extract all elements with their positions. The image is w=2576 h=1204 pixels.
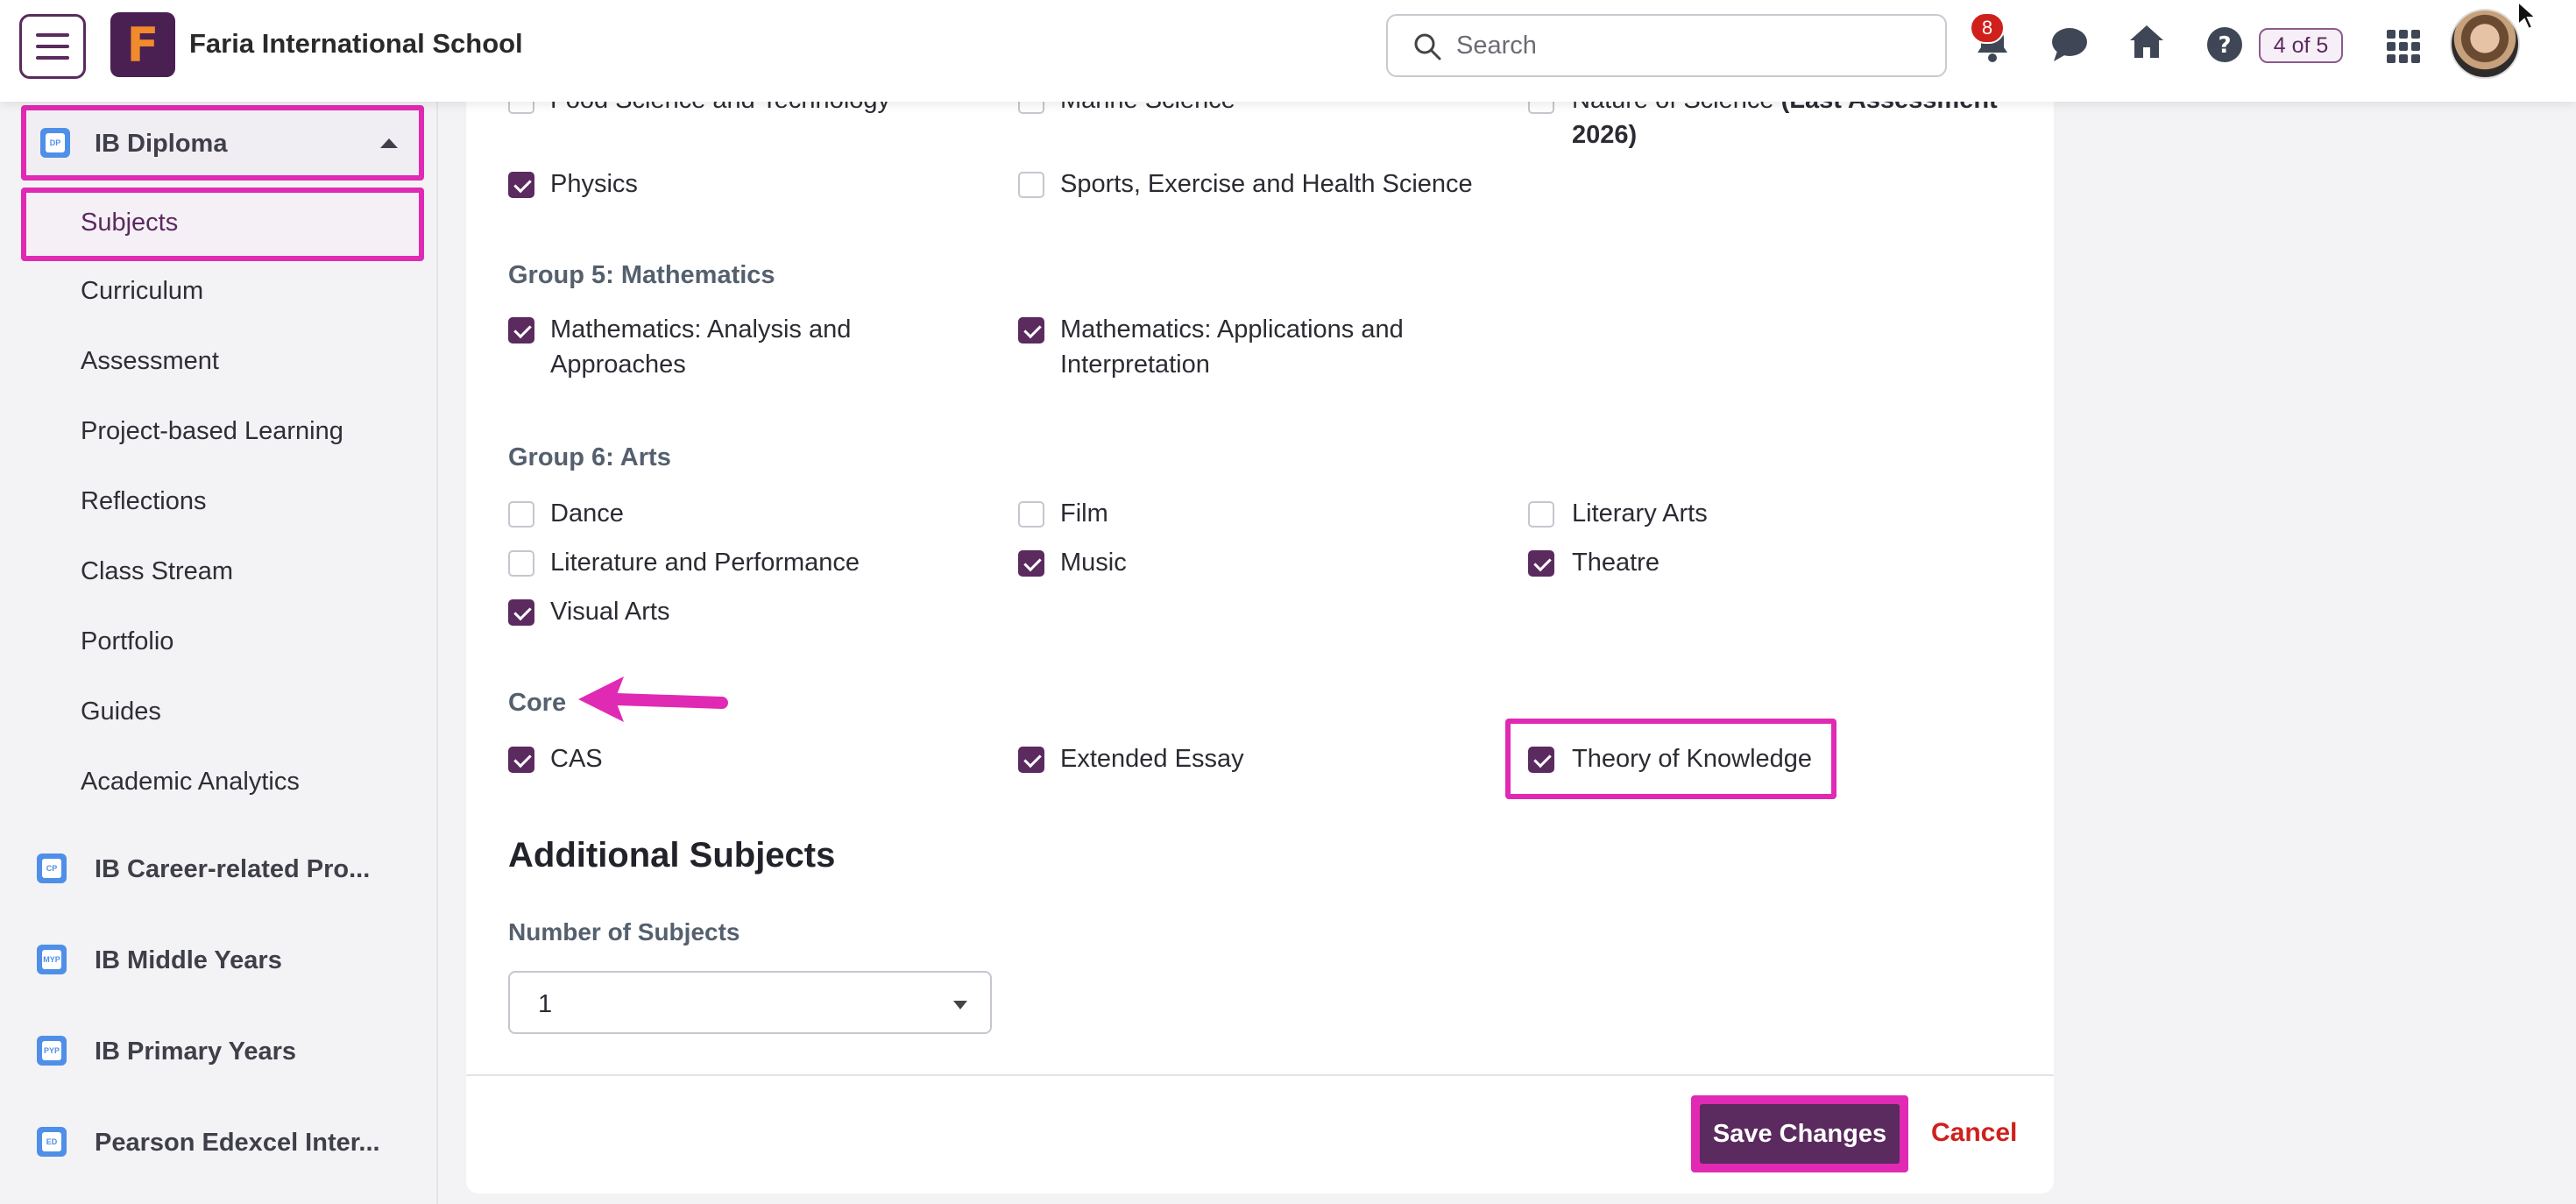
checkbox-math-ai[interactable] <box>1018 317 1044 343</box>
group-5-title: Group 5: Mathematics <box>508 261 775 289</box>
subjects-form-card: Food Science and Technology Marine Scien… <box>466 86 2054 1193</box>
additional-subjects-heading: Additional Subjects <box>508 836 836 875</box>
checkbox-visual-arts[interactable] <box>508 599 534 626</box>
user-avatar[interactable] <box>2450 9 2520 79</box>
ib-diploma-icon <box>40 128 70 158</box>
footer-divider <box>466 1074 2054 1076</box>
sidebar-item-portfolio[interactable]: Portfolio <box>81 627 173 656</box>
select-value: 1 <box>538 990 553 1018</box>
sidebar-item-curriculum[interactable]: Curriculum <box>81 277 203 306</box>
option-label: Theatre <box>1572 549 1660 577</box>
sidebar-item-subjects[interactable]: Subjects <box>21 188 424 261</box>
number-of-subjects-label: Number of Subjects <box>508 918 740 945</box>
pearson-edexcel-icon <box>37 1127 67 1157</box>
dropdown-arrow-icon <box>953 1001 967 1009</box>
checkbox-film[interactable] <box>1018 501 1044 528</box>
caret-up-icon <box>380 138 398 148</box>
option-label: Visual Arts <box>550 598 670 626</box>
program-ib-diploma[interactable]: IB Diploma <box>21 105 424 181</box>
sidebar-item-reflections[interactable]: Reflections <box>81 487 206 516</box>
save-changes-button[interactable]: Save Changes <box>1691 1095 1908 1172</box>
sidebar-item-label: Subjects <box>81 209 179 237</box>
sidebar-item-project-based-learning[interactable]: Project-based Learning <box>81 417 343 446</box>
sidebar-item-guides[interactable]: Guides <box>81 698 161 726</box>
notification-badge: 8 <box>1970 12 2005 44</box>
checkbox-extended-essay[interactable] <box>1018 747 1044 773</box>
help-icon[interactable]: ? <box>2206 26 2243 63</box>
option-label: Dance <box>550 499 624 528</box>
checkbox-physics[interactable] <box>508 172 534 198</box>
svg-text:?: ? <box>2218 32 2231 59</box>
checkbox-theory-of-knowledge[interactable] <box>1528 747 1554 773</box>
home-icon[interactable] <box>2127 23 2166 61</box>
search-icon <box>1414 33 1441 60</box>
sidebar: IB Diploma Subjects Curriculum Assessmen… <box>0 102 438 1204</box>
checkbox-math-aa[interactable] <box>508 317 534 343</box>
save-changes-label: Save Changes <box>1700 1104 1900 1164</box>
school-logo[interactable]: F <box>110 12 175 77</box>
school-name[interactable]: Faria International School <box>189 28 523 60</box>
menu-line <box>36 33 69 37</box>
checkbox-literary-arts[interactable] <box>1528 501 1554 528</box>
option-label: Literary Arts <box>1572 499 1708 528</box>
menu-line <box>36 45 69 48</box>
ib-pyp-icon <box>37 1036 67 1066</box>
annotation-arrow-icon <box>578 676 728 722</box>
option-label: Music <box>1060 549 1127 577</box>
option-label: Literature and Performance <box>550 549 860 577</box>
sidebar-item-class-stream[interactable]: Class Stream <box>81 557 233 586</box>
checkbox-literature-performance[interactable] <box>508 550 534 577</box>
hamburger-menu-button[interactable] <box>19 14 86 79</box>
program-label: IB Career-related Pro... <box>95 855 371 883</box>
chat-icon[interactable] <box>2050 26 2089 63</box>
option-label: Mathematics: Analysis and Approaches <box>550 315 852 379</box>
sidebar-item-academic-analytics[interactable]: Academic Analytics <box>81 768 300 797</box>
mouse-cursor-icon <box>2517 0 2538 31</box>
option-label: Physics <box>550 170 638 198</box>
menu-line <box>36 56 69 60</box>
checkbox-cas[interactable] <box>508 747 534 773</box>
checkbox-music[interactable] <box>1018 550 1044 577</box>
option-label: Theory of Knowledge <box>1572 745 1813 773</box>
number-of-subjects-select[interactable]: 1 <box>508 971 992 1034</box>
program-label: Pearson Edexcel Inter... <box>95 1129 380 1157</box>
ib-cp-icon <box>37 853 67 883</box>
ib-myp-icon <box>37 945 67 974</box>
checkbox-sports-exercise-health[interactable] <box>1018 172 1044 198</box>
cancel-button[interactable]: Cancel <box>1931 1118 2017 1148</box>
sidebar-item-assessment[interactable]: Assessment <box>81 347 219 376</box>
page-counter[interactable]: 4 of 5 <box>2259 28 2343 63</box>
core-title: Core <box>508 689 567 717</box>
program-label: IB Middle Years <box>95 946 282 974</box>
option-label: Film <box>1060 499 1108 528</box>
top-bar: F Faria International School 8 ? 4 of 5 <box>0 0 2576 102</box>
group-6-title: Group 6: Arts <box>508 443 671 471</box>
apps-grid-icon[interactable] <box>2387 30 2420 63</box>
search-input[interactable] <box>1456 28 1912 63</box>
option-label: CAS <box>550 745 603 773</box>
search-box[interactable] <box>1386 14 1947 77</box>
program-label: IB Diploma <box>95 130 228 158</box>
option-label: Mathematics: Applications and Interpreta… <box>1060 315 1404 379</box>
option-label: Sports, Exercise and Health Science <box>1060 170 1473 198</box>
program-label: IB Primary Years <box>95 1038 297 1066</box>
checkbox-theatre[interactable] <box>1528 550 1554 577</box>
option-label: Extended Essay <box>1060 745 1244 773</box>
checkbox-dance[interactable] <box>508 501 534 528</box>
